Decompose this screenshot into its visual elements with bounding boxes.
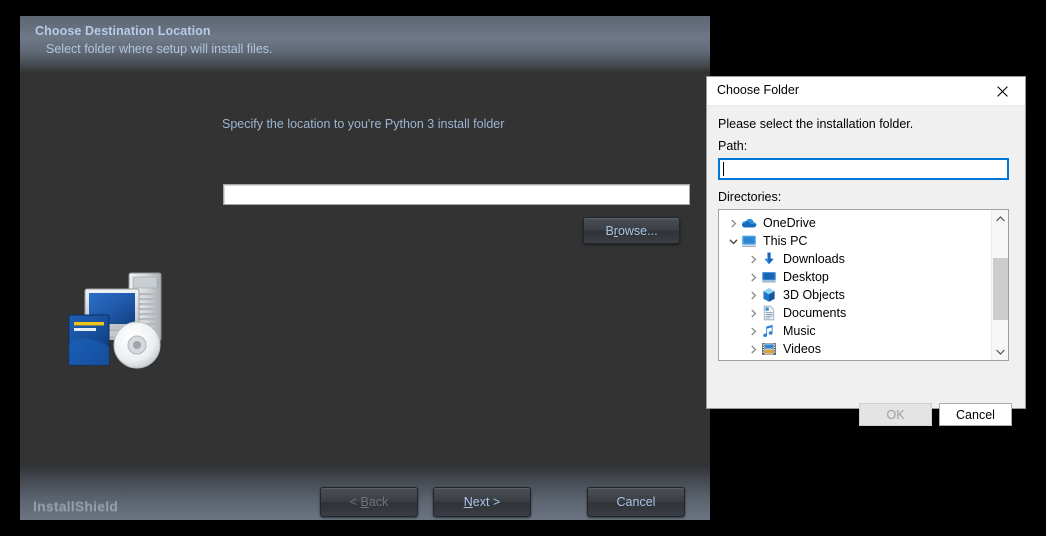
cloud-icon <box>741 215 757 231</box>
chevron-right-icon[interactable] <box>745 255 761 264</box>
tree-item-label: This PC <box>763 234 808 248</box>
directories-label: Directories: <box>718 190 782 204</box>
choose-folder-dialog: Choose Folder Please select the installa… <box>706 76 1026 426</box>
tree-item-videos[interactable]: Videos <box>719 340 991 358</box>
tree-item-label: OneDrive <box>763 216 816 230</box>
installer-header: Choose Destination Location Select folde… <box>20 16 710 72</box>
dialog-instruction: Please select the installation folder. <box>718 117 914 131</box>
tree-item-onedrive[interactable]: OneDrive <box>719 214 991 232</box>
film-icon <box>761 341 777 357</box>
chevron-right-icon[interactable] <box>745 309 761 318</box>
browse-button-label: Browse... <box>605 223 658 238</box>
installer-window: Choose Destination Location Select folde… <box>20 16 710 520</box>
tree-item-this-pc[interactable]: This PC <box>719 232 991 250</box>
scroll-up-icon[interactable] <box>992 210 1008 227</box>
tree-item-label: Videos <box>783 342 821 356</box>
scroll-down-icon[interactable] <box>992 343 1008 360</box>
download-icon <box>761 251 777 267</box>
path-label: Path: <box>718 139 748 153</box>
music-note-icon <box>761 323 777 339</box>
installer-cancel-button-label: Cancel <box>616 495 656 509</box>
tree-item-documents[interactable]: Documents <box>719 304 991 322</box>
browse-button[interactable]: Browse... <box>583 217 680 244</box>
installer-cancel-button[interactable]: Cancel <box>587 487 685 517</box>
chevron-right-icon[interactable] <box>745 327 761 336</box>
ok-button[interactable]: OK <box>859 403 932 426</box>
tree-item-label: Desktop <box>783 270 829 284</box>
tree-scrollbar[interactable] <box>991 210 1008 360</box>
chevron-right-icon[interactable] <box>745 345 761 354</box>
page-title: Choose Destination Location <box>35 24 211 38</box>
tree-item-label: Downloads <box>783 252 845 266</box>
tree-item-label: Documents <box>783 306 847 320</box>
chevron-down-icon[interactable] <box>725 237 741 246</box>
tree-item-desktop[interactable]: Desktop <box>719 268 991 286</box>
dialog-cancel-button-label: Cancel <box>956 407 995 422</box>
scrollbar-thumb[interactable] <box>993 258 1008 320</box>
next-button-label: Next > <box>463 495 501 509</box>
desktop-icon <box>761 269 777 285</box>
instruction-text: Specify the location to you're Python 3 … <box>222 117 505 131</box>
ok-button-label: OK <box>886 407 905 422</box>
installshield-logo: InstallShield <box>33 498 119 514</box>
page-subtitle: Select folder where setup will install f… <box>46 42 273 56</box>
dialog-title: Choose Folder <box>717 83 799 97</box>
directory-tree-list: OneDrive This PC Downloads Desktop 3D Object… <box>719 210 991 358</box>
cube-icon <box>761 287 777 303</box>
close-icon[interactable] <box>980 77 1025 106</box>
dialog-cancel-button[interactable]: Cancel <box>939 403 1012 426</box>
chevron-right-icon[interactable] <box>745 273 761 282</box>
back-button[interactable]: < Back <box>320 487 418 517</box>
next-button[interactable]: Next > <box>433 487 531 517</box>
chevron-right-icon[interactable] <box>745 291 761 300</box>
back-button-label: < Back <box>349 495 389 509</box>
tree-item-music[interactable]: Music <box>719 322 991 340</box>
destination-path-input[interactable] <box>223 184 690 205</box>
tree-item-3d-objects[interactable]: 3D Objects <box>719 286 991 304</box>
installer-body: Specify the location to you're Python 3 … <box>20 72 710 465</box>
document-icon <box>761 305 777 321</box>
dialog-titlebar: Choose Folder <box>707 77 1025 106</box>
tree-item-label: 3D Objects <box>783 288 845 302</box>
text-caret <box>723 162 724 176</box>
setup-product-icon <box>68 272 162 369</box>
tree-item-label: Music <box>783 324 816 338</box>
tree-item-downloads[interactable]: Downloads <box>719 250 991 268</box>
path-input[interactable] <box>718 158 1009 180</box>
installer-footer: InstallShield < Back Next > Cancel <box>20 465 710 520</box>
directory-tree[interactable]: OneDrive This PC Downloads Desktop 3D Object… <box>718 209 1009 361</box>
chevron-right-icon[interactable] <box>725 219 741 228</box>
monitor-icon <box>741 233 757 249</box>
